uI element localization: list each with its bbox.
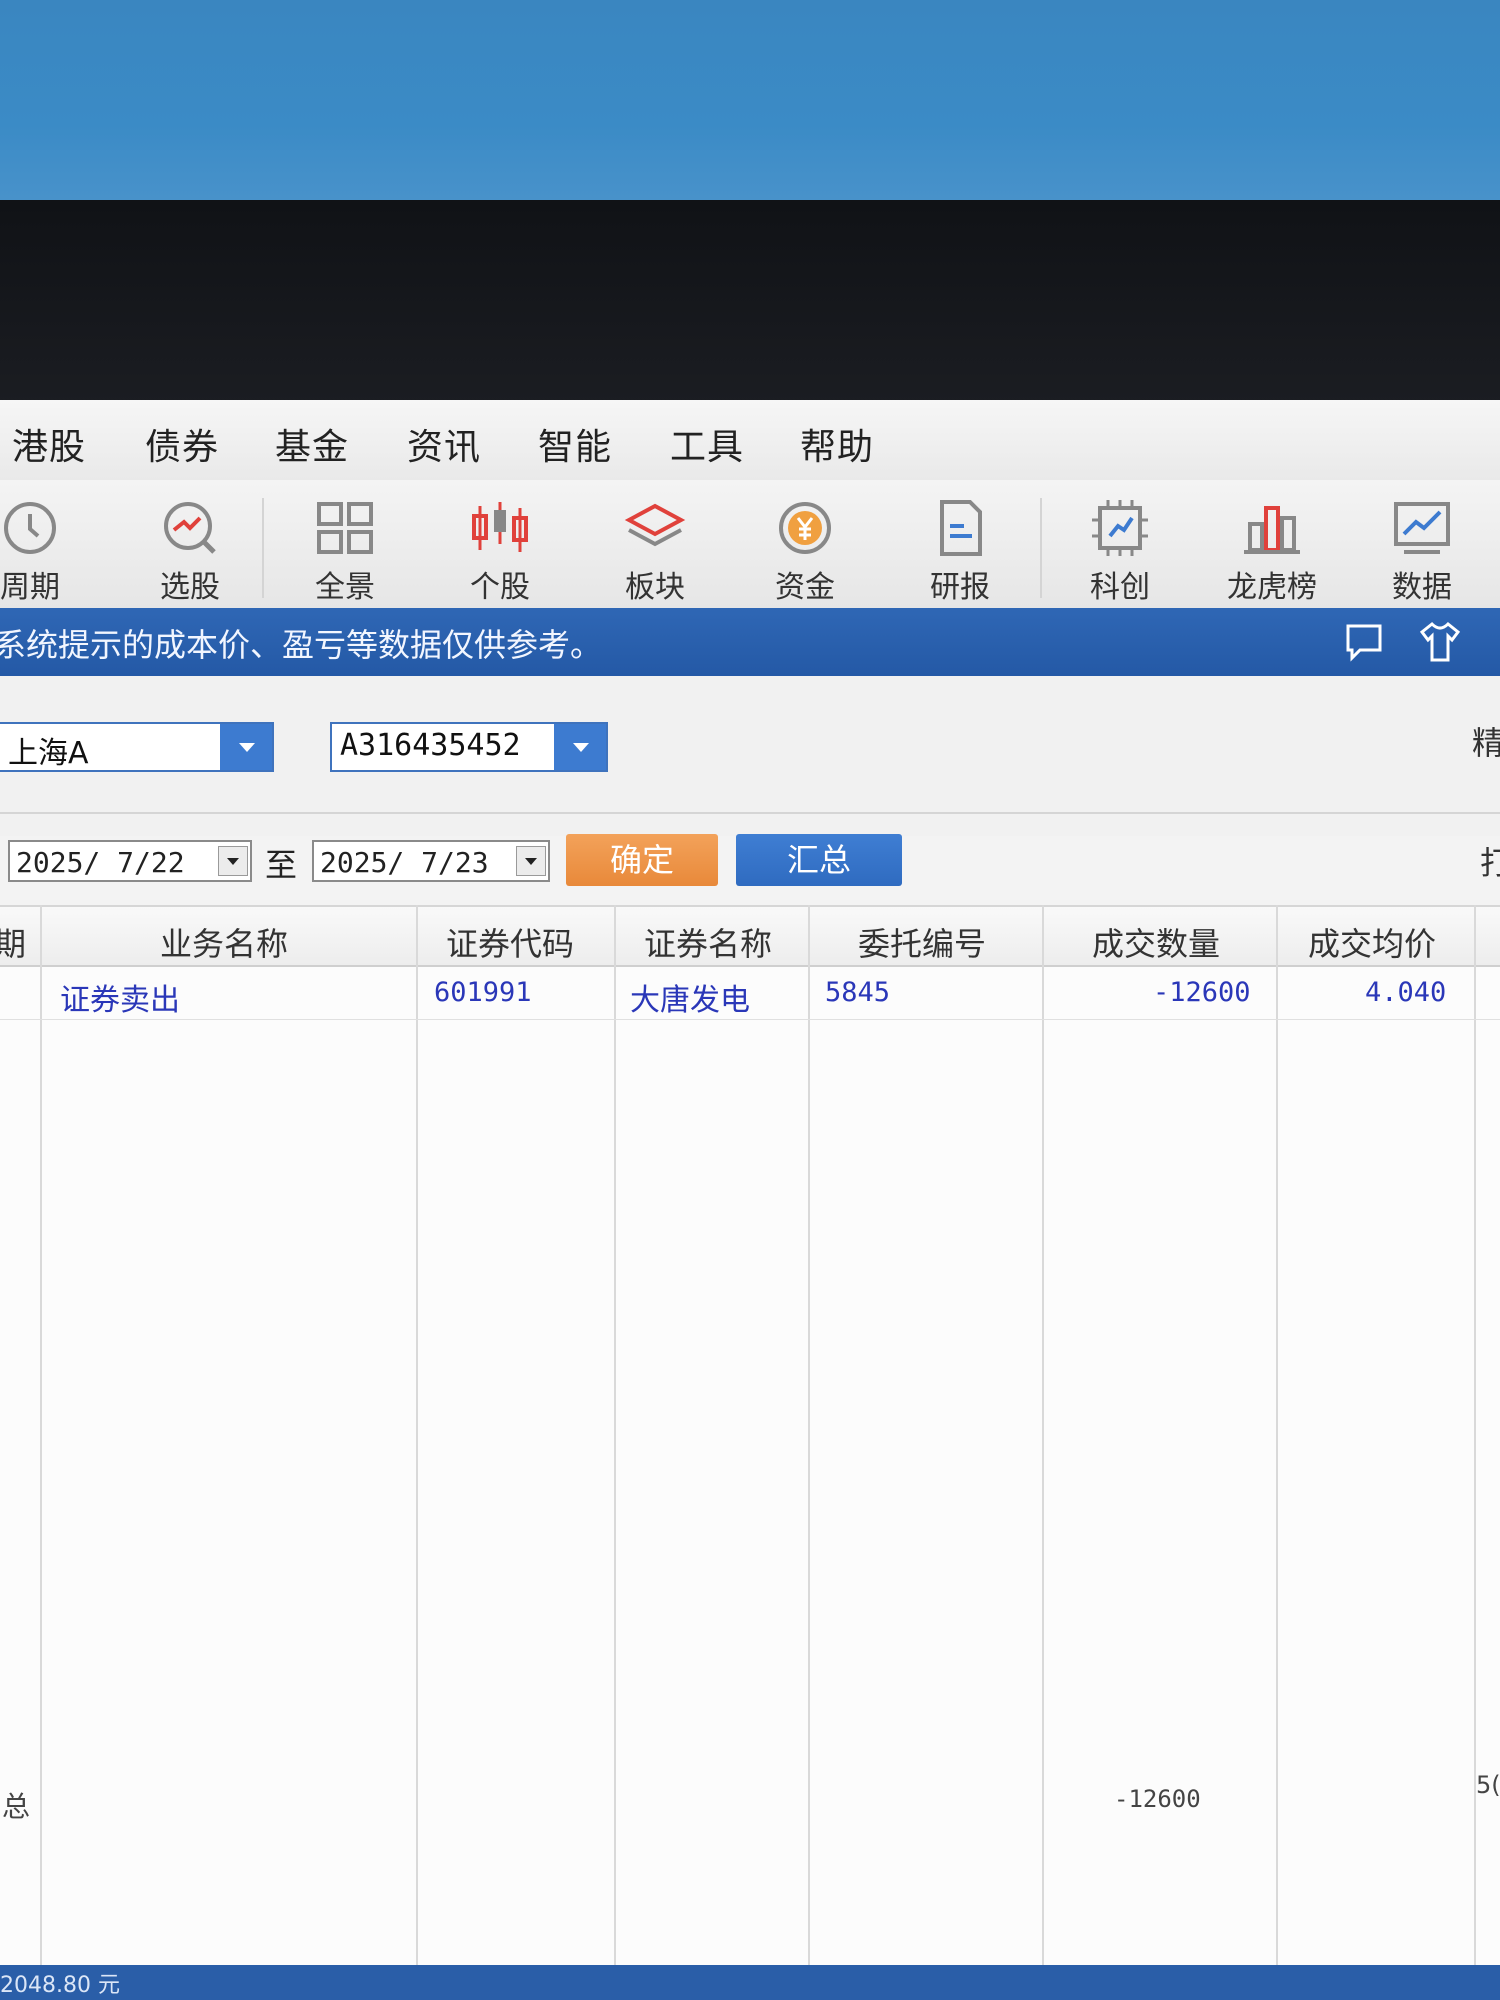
line-chart-icon bbox=[1394, 502, 1450, 554]
tool-star-market[interactable]: 科创 bbox=[1060, 496, 1180, 606]
market-select[interactable]: 上海A bbox=[0, 722, 274, 772]
column-divider bbox=[614, 905, 616, 2000]
tool-panorama-label: 全景 bbox=[315, 570, 375, 605]
footer-right-fragment: 5( bbox=[1476, 1771, 1500, 1799]
column-divider bbox=[416, 905, 418, 2000]
column-divider bbox=[1276, 905, 1278, 2000]
filter-divider bbox=[0, 812, 1500, 814]
chat-icon[interactable] bbox=[1342, 620, 1386, 664]
column-header-order-no[interactable]: 委托编号 bbox=[858, 919, 986, 965]
date-range-to-label: 至 bbox=[265, 846, 298, 884]
notice-bar: 系统提示的成本价、盈亏等数据仅供参考。 bbox=[0, 608, 1500, 676]
shirt-icon[interactable] bbox=[1418, 620, 1462, 664]
toolbar-separator bbox=[1040, 498, 1042, 598]
chevron-down-icon[interactable] bbox=[516, 846, 546, 876]
footer-qty-total: -12600 bbox=[1114, 1785, 1201, 1813]
menu-funds[interactable]: 基金 bbox=[275, 418, 349, 470]
tool-cycle-label: 周期 bbox=[0, 570, 60, 605]
query-filter-panel: 上海A A316435452 精 bbox=[0, 676, 1500, 836]
tool-individual-stock-label: 个股 bbox=[470, 570, 530, 605]
stock-search-icon bbox=[164, 502, 216, 554]
tool-panorama[interactable]: 全景 bbox=[285, 496, 405, 606]
account-select-value: A316435452 bbox=[340, 728, 521, 763]
cell-business: 证券卖出 bbox=[60, 983, 180, 1018]
toolbar: 周期 选股 全景 个股 板块 资金 研报 科创 龙虎榜 数据 bbox=[0, 480, 1500, 610]
trade-records-table: 期 业务名称 证券代码 证券名称 委托编号 成交数量 成交均价 证券卖出 601… bbox=[0, 905, 1500, 2000]
tool-sector[interactable]: 板块 bbox=[595, 496, 715, 606]
tool-dragon-tiger[interactable]: 龙虎榜 bbox=[1212, 496, 1332, 606]
menu-bar: 港股 债券 基金 资讯 智能 工具 帮助 bbox=[0, 400, 1500, 481]
status-balance: 2048.80 元 bbox=[0, 1973, 120, 1998]
date-from-value: 2025/ 7/22 bbox=[16, 846, 185, 879]
column-header-business[interactable]: 业务名称 bbox=[160, 919, 288, 965]
table-row[interactable]: 证券卖出 601991 大唐发电 5845 -12600 4.040 bbox=[0, 965, 1500, 1020]
column-divider bbox=[40, 905, 42, 2000]
background-wall bbox=[0, 0, 1500, 210]
column-header-date[interactable]: 期 bbox=[0, 919, 26, 965]
tool-data[interactable]: 数据 bbox=[1362, 496, 1482, 606]
clock-icon bbox=[4, 502, 56, 554]
candlestick-icon bbox=[472, 502, 528, 552]
tool-cycle[interactable]: 周期 bbox=[0, 496, 90, 606]
confirm-button[interactable]: 确定 bbox=[566, 834, 718, 886]
menu-smart[interactable]: 智能 bbox=[538, 418, 612, 470]
table-footer: 总 -12600 5( bbox=[0, 1771, 1500, 1823]
chip-icon bbox=[1092, 500, 1148, 556]
date-to-value: 2025/ 7/23 bbox=[320, 846, 489, 879]
menu-hk-stocks[interactable]: 港股 bbox=[12, 418, 86, 470]
bar-chart-icon bbox=[1244, 506, 1300, 554]
footer-total-label: 总 bbox=[2, 1790, 31, 1823]
column-divider bbox=[1042, 905, 1044, 2000]
tool-stock-picker-label: 选股 bbox=[160, 570, 220, 605]
toolbar-separator bbox=[262, 498, 264, 598]
tool-funds-flow-label: 资金 bbox=[775, 570, 835, 605]
cell-order-no: 5845 bbox=[825, 977, 891, 1008]
tool-star-market-label: 科创 bbox=[1090, 570, 1150, 605]
column-divider bbox=[808, 905, 810, 2000]
column-header-name[interactable]: 证券名称 bbox=[644, 919, 772, 965]
account-select[interactable]: A316435452 bbox=[330, 722, 608, 772]
date-to-picker[interactable]: 2025/ 7/23 bbox=[312, 840, 550, 882]
chevron-down-icon[interactable] bbox=[220, 724, 272, 770]
monitor-bezel bbox=[0, 200, 1500, 405]
column-header-qty[interactable]: 成交数量 bbox=[1092, 919, 1220, 965]
layers-icon bbox=[624, 503, 686, 547]
column-header-avg-price[interactable]: 成交均价 bbox=[1308, 919, 1436, 965]
chevron-down-icon[interactable] bbox=[218, 846, 248, 876]
notice-text: 系统提示的成本价、盈亏等数据仅供参考。 bbox=[0, 626, 603, 664]
menu-news[interactable]: 资讯 bbox=[407, 418, 481, 470]
column-divider bbox=[1474, 905, 1476, 2000]
tool-research[interactable]: 研报 bbox=[900, 496, 1020, 606]
cell-name: 大唐发电 bbox=[630, 983, 750, 1018]
cell-qty: -12600 bbox=[1153, 977, 1251, 1008]
tool-data-label: 数据 bbox=[1392, 570, 1452, 605]
market-select-value: 上海A bbox=[8, 736, 89, 771]
menu-help[interactable]: 帮助 bbox=[800, 418, 874, 470]
menu-tools[interactable]: 工具 bbox=[670, 418, 744, 470]
tool-dragon-tiger-label: 龙虎榜 bbox=[1227, 570, 1317, 605]
tool-funds-flow[interactable]: 资金 bbox=[745, 496, 865, 606]
grid-icon bbox=[317, 502, 373, 554]
yuan-icon bbox=[779, 502, 831, 554]
cell-avg-price: 4.040 bbox=[1365, 977, 1447, 1008]
menu-bonds[interactable]: 债券 bbox=[145, 418, 219, 470]
summary-button[interactable]: 汇总 bbox=[736, 834, 902, 886]
trading-window: 港股 债券 基金 资讯 智能 工具 帮助 周期 选股 全景 个股 板块 资金 研… bbox=[0, 400, 1500, 2000]
status-bar: 2048.80 元 bbox=[0, 1965, 1500, 2000]
report-icon bbox=[940, 500, 982, 556]
tool-individual-stock[interactable]: 个股 bbox=[440, 496, 560, 606]
right-edge-label: 精 bbox=[1472, 724, 1500, 762]
tool-research-label: 研报 bbox=[930, 570, 990, 605]
chevron-down-icon[interactable] bbox=[554, 724, 606, 770]
tool-sector-label: 板块 bbox=[625, 570, 685, 605]
cell-code: 601991 bbox=[434, 977, 532, 1008]
right-edge-label-2: 打 bbox=[1480, 844, 1500, 882]
tool-stock-picker[interactable]: 选股 bbox=[130, 496, 250, 606]
date-from-picker[interactable]: 2025/ 7/22 bbox=[8, 840, 252, 882]
column-header-code[interactable]: 证券代码 bbox=[446, 919, 574, 965]
table-header: 期 业务名称 证券代码 证券名称 委托编号 成交数量 成交均价 bbox=[0, 905, 1500, 967]
